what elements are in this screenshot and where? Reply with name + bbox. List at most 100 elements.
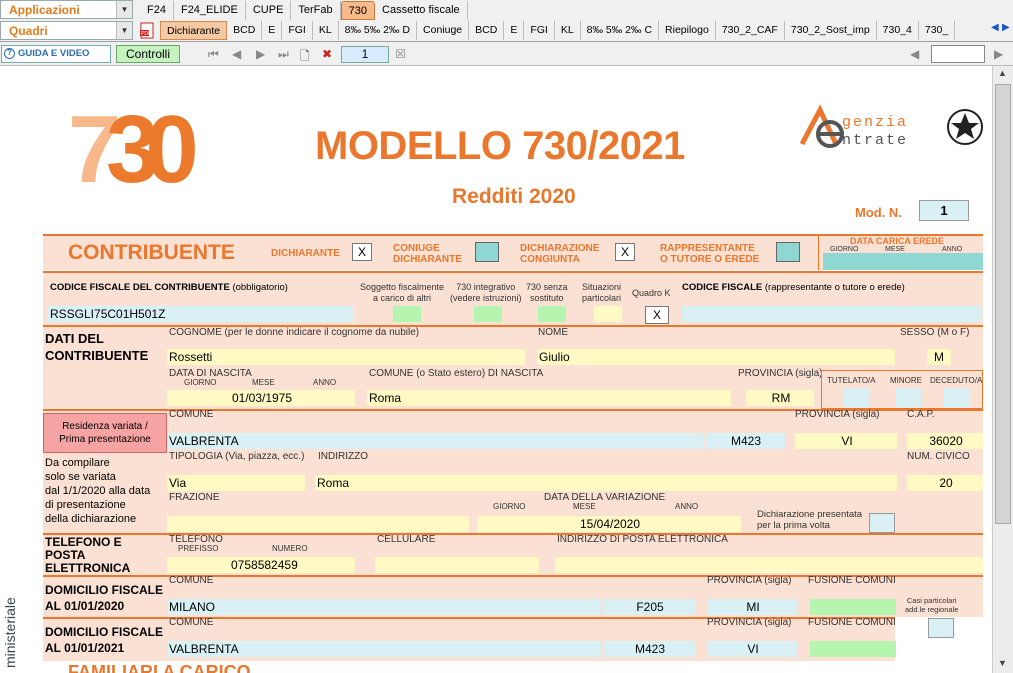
senza-sostituto-field[interactable] bbox=[538, 306, 566, 322]
numero-field[interactable]: 0758582459 bbox=[229, 557, 355, 573]
data-carica-field[interactable] bbox=[823, 253, 983, 270]
scroll-up-icon[interactable]: ▲ bbox=[998, 68, 1007, 78]
data-nascita-field[interactable]: 01/03/1975 bbox=[167, 390, 355, 406]
integrativo-field[interactable] bbox=[474, 306, 502, 322]
quadri-tab-1[interactable]: BCD bbox=[227, 21, 263, 40]
prima-volta-field[interactable] bbox=[869, 513, 895, 533]
quadri-tab-16[interactable]: 730_ bbox=[919, 21, 956, 40]
quadri-tab-11[interactable]: 8‰ 5‰ 2‰ C bbox=[581, 21, 660, 40]
residenza-comune-field[interactable]: VALBRENTA bbox=[167, 433, 703, 449]
tab-730[interactable]: 730 bbox=[340, 1, 376, 20]
quadri-tab-7[interactable]: BCD bbox=[469, 21, 505, 40]
scrollbar-thumb[interactable] bbox=[995, 84, 1011, 524]
civico-field[interactable]: 20 bbox=[907, 475, 983, 491]
quadri-dropdown[interactable]: Quadri ▼ bbox=[0, 21, 133, 40]
chevron-down-icon[interactable]: ▼ bbox=[116, 1, 132, 18]
deceduto-field[interactable] bbox=[944, 388, 970, 408]
cap-field[interactable]: 36020 bbox=[907, 433, 983, 449]
frazione-field[interactable] bbox=[167, 516, 469, 532]
quadri-tab-2[interactable]: E bbox=[262, 21, 283, 40]
guida-e-video-button[interactable]: ? GUIDA E VIDEO bbox=[1, 45, 111, 63]
residenza-provincia-field[interactable]: VI bbox=[795, 433, 897, 449]
tab-terfab[interactable]: TerFab bbox=[291, 1, 341, 20]
dom2020-provincia-field[interactable]: MI bbox=[707, 599, 797, 615]
dom2021-provincia-field[interactable]: VI bbox=[707, 641, 797, 657]
soggetto-carico-field[interactable] bbox=[393, 306, 421, 322]
vertical-scrollbar[interactable]: ▲ ▼ bbox=[992, 66, 1013, 673]
data-variazione-field[interactable]: 15/04/2020 bbox=[477, 516, 741, 532]
residenza-codice-field[interactable]: M423 bbox=[705, 433, 785, 449]
dom2020-codice-field[interactable]: F205 bbox=[603, 599, 695, 615]
quadri-tab-3[interactable]: FGI bbox=[282, 21, 313, 40]
rappresentante-checkbox[interactable] bbox=[776, 242, 800, 262]
quadri-tab-14[interactable]: 730_2_Sost_imp bbox=[785, 21, 877, 40]
quadri-tab-6[interactable]: Coniuge bbox=[417, 21, 470, 40]
comune-nascita-field[interactable]: Roma bbox=[367, 390, 731, 406]
tab-scroll-right-icon[interactable]: ▶ bbox=[1002, 22, 1010, 33]
congiunta-checkbox[interactable]: X bbox=[615, 243, 635, 261]
sesso-field[interactable]: M bbox=[927, 349, 951, 365]
quadri-tab-4[interactable]: KL bbox=[313, 21, 339, 40]
indirizzo-field[interactable]: Roma bbox=[315, 475, 897, 491]
dom2020-fusione-label: FUSIONE COMUNI bbox=[808, 575, 896, 586]
quadri-tab-9[interactable]: FGI bbox=[524, 21, 555, 40]
cellulare-field[interactable] bbox=[375, 557, 539, 573]
cognome-field[interactable]: Rossetti bbox=[167, 349, 525, 365]
quadri-tab-13[interactable]: 730_2_CAF bbox=[716, 21, 785, 40]
chevron-down-icon[interactable]: ▼ bbox=[116, 22, 132, 39]
residenza-variata-button[interactable]: Residenza variata / Prima presentazione bbox=[43, 413, 167, 453]
casi-particolari-field[interactable] bbox=[928, 618, 954, 638]
nome-field[interactable]: Giulio bbox=[537, 349, 895, 365]
dom2020-comune-field[interactable]: MILANO bbox=[167, 599, 601, 615]
email-field[interactable] bbox=[555, 557, 983, 573]
quadri-tab-0[interactable]: Dichiarante bbox=[160, 21, 228, 40]
minore-field[interactable] bbox=[895, 388, 921, 408]
next-page-icon[interactable]: ▶ bbox=[256, 47, 265, 61]
situazioni-field[interactable] bbox=[594, 306, 622, 322]
svg-text:PDF: PDF bbox=[141, 31, 151, 37]
dichiarante-checkbox[interactable]: X bbox=[352, 243, 372, 261]
provincia-nascita-field[interactable]: RM bbox=[746, 390, 814, 406]
tab-scroll-left-icon[interactable]: ◀ bbox=[991, 22, 999, 33]
tutelato-label: TUTELATO/A bbox=[827, 376, 876, 385]
new-page-icon[interactable]: 🗋 bbox=[300, 47, 310, 68]
dom2020-fusione-field[interactable] bbox=[810, 599, 896, 615]
search-prev-icon[interactable]: ◀ bbox=[910, 47, 919, 61]
prefisso-field[interactable] bbox=[167, 557, 229, 573]
page-number-field[interactable]: 1 bbox=[341, 46, 389, 63]
pdf-icon[interactable]: PDF bbox=[139, 22, 157, 40]
first-page-icon[interactable]: ⏮ bbox=[208, 47, 219, 62]
coniuge-checkbox[interactable] bbox=[475, 242, 499, 262]
scroll-down-icon[interactable]: ▼ bbox=[998, 658, 1007, 668]
close-page-icon[interactable]: ☒ bbox=[395, 47, 406, 61]
tab-cupe[interactable]: CUPE bbox=[246, 1, 292, 20]
mod-n-field[interactable]: 1 bbox=[919, 200, 969, 221]
quadri-tab-15[interactable]: 730_4 bbox=[877, 21, 919, 40]
residenza-provincia-label: PROVINCIA (sigla) bbox=[795, 409, 880, 420]
applicazioni-dropdown[interactable]: Applicazioni ▼ bbox=[0, 0, 133, 19]
dom2021-codice-field[interactable]: M423 bbox=[603, 641, 695, 657]
codice-fiscale-field[interactable]: RSSGLI75C01H501Z bbox=[48, 306, 354, 322]
quadro-k-checkbox[interactable]: X bbox=[645, 306, 669, 324]
tipologia-field[interactable]: Via bbox=[167, 475, 305, 491]
quadri-tab-8[interactable]: E bbox=[504, 21, 525, 40]
search-input[interactable] bbox=[931, 45, 985, 63]
controlli-button[interactable]: Controlli bbox=[116, 45, 180, 63]
last-page-icon[interactable]: ⏭ bbox=[278, 47, 289, 62]
familiari-section-title: FAMILIARI A CARICO bbox=[68, 662, 251, 673]
tab-cassetto-fiscale[interactable]: Cassetto fiscale bbox=[375, 1, 468, 20]
dom2021-comune-field[interactable]: VALBRENTA bbox=[167, 641, 601, 657]
quadri-tab-5[interactable]: 8‰ 5‰ 2‰ D bbox=[339, 21, 418, 40]
dom2021-fusione-field[interactable] bbox=[810, 641, 896, 657]
search-next-icon[interactable]: ▶ bbox=[994, 47, 1003, 61]
mod-n-label: Mod. N. bbox=[855, 205, 902, 220]
tab-f24[interactable]: F24 bbox=[140, 1, 174, 20]
quadri-tab-12[interactable]: Riepilogo bbox=[659, 21, 716, 40]
cf-rappresentante-field[interactable] bbox=[682, 306, 982, 322]
tab-f24-elide[interactable]: F24_ELIDE bbox=[174, 1, 246, 20]
delete-page-icon[interactable]: ✖ bbox=[322, 47, 332, 61]
prima-volta-line2: per la prima volta bbox=[757, 520, 830, 531]
quadri-tab-10[interactable]: KL bbox=[555, 21, 581, 40]
tutelato-field[interactable] bbox=[844, 388, 870, 408]
prev-page-icon[interactable]: ◀ bbox=[232, 47, 241, 61]
